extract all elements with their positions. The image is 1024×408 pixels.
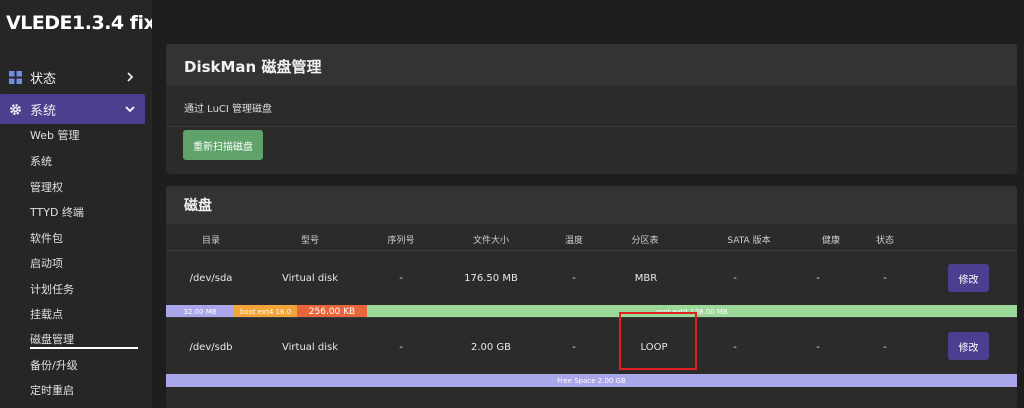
chevron-right-icon bbox=[123, 72, 137, 82]
column-header-partition-table: 分区表 bbox=[631, 236, 659, 246]
column-header-size: 文件大小 bbox=[472, 236, 510, 246]
disk-sata-version: - bbox=[733, 342, 737, 353]
section-title: 磁盘 bbox=[184, 198, 212, 214]
main-content: DiskMan 磁盘管理 通过 LuCI 管理磁盘 重新扫描磁盘 磁盘 目录 型… bbox=[152, 0, 1024, 408]
dashboard-icon bbox=[8, 70, 22, 84]
edit-disk-button[interactable]: 修改 bbox=[948, 264, 989, 292]
submenu-web-admin[interactable]: Web 管理 bbox=[30, 127, 79, 145]
column-header-path: 目录 bbox=[201, 236, 221, 246]
submenu-startup[interactable]: 启动项 bbox=[30, 255, 63, 273]
disk-path: /dev/sdb bbox=[189, 342, 233, 353]
disks-card: 磁盘 目录 型号 序列号 文件大小 温度 分区表 SATA 版本 健康 状态 /… bbox=[166, 186, 1017, 408]
submenu-system[interactable]: 系统 bbox=[30, 153, 52, 171]
submenu-mount-points[interactable]: 挂载点 bbox=[30, 306, 63, 324]
chevron-down-icon bbox=[123, 105, 137, 113]
sidebar: VLEDE1.3.4 fix2 状态 系统 Web 管理 系统 管理权 TTYD… bbox=[0, 0, 169, 408]
page-title: DiskMan 磁盘管理 bbox=[184, 58, 322, 76]
submenu-scheduled-reboot[interactable]: 定时重启 bbox=[30, 382, 74, 400]
disk-model: Virtual disk bbox=[282, 342, 338, 353]
nav-item-label: 状态 bbox=[30, 71, 57, 87]
nav-item-status[interactable]: 状态 bbox=[0, 62, 145, 92]
disk-temperature: - bbox=[572, 273, 576, 284]
column-header-status: 状态 bbox=[875, 236, 895, 246]
disk-serial: - bbox=[399, 273, 403, 284]
disk-temperature: - bbox=[572, 342, 576, 353]
card-header: 磁盘 bbox=[166, 186, 1017, 224]
divider bbox=[166, 250, 1017, 251]
disk-size: 176.50 MB bbox=[464, 273, 518, 284]
disk-serial: - bbox=[399, 342, 403, 353]
submenu-scheduled-tasks[interactable]: 计划任务 bbox=[30, 281, 74, 299]
submenu-backup-upgrade[interactable]: 备份/升级 bbox=[30, 357, 78, 375]
disk-path: /dev/sda bbox=[189, 273, 233, 284]
nav-item-label: 系统 bbox=[30, 103, 57, 119]
partition-label: 32.00 MB bbox=[183, 307, 217, 316]
card-header: DiskMan 磁盘管理 bbox=[166, 44, 1017, 86]
nav-item-system[interactable]: 系统 bbox=[0, 94, 145, 124]
column-header-model: 型号 bbox=[300, 236, 320, 246]
disk-sata-version: - bbox=[733, 273, 737, 284]
column-header-sata-version: SATA 版本 bbox=[727, 236, 771, 246]
annotation-highlight-box bbox=[619, 312, 697, 370]
column-header-serial: 序列号 bbox=[387, 236, 415, 246]
disk-health: - bbox=[816, 273, 820, 284]
partition-label: Free Space 2.00 GB bbox=[557, 376, 626, 385]
disk-partition-table: MBR bbox=[634, 273, 658, 284]
partition-label: boot ext4 16.0 bbox=[239, 307, 292, 316]
column-header-health: 健康 bbox=[821, 236, 841, 246]
gear-icon bbox=[8, 102, 22, 116]
submenu-ttyd[interactable]: TTYD 终端 bbox=[30, 204, 84, 222]
diskman-card: DiskMan 磁盘管理 通过 LuCI 管理磁盘 重新扫描磁盘 bbox=[166, 44, 1017, 174]
disk-status: - bbox=[883, 342, 887, 353]
partition-label: 256.00 KB bbox=[308, 306, 356, 317]
rescan-disks-button[interactable]: 重新扫描磁盘 bbox=[183, 130, 263, 160]
submenu-disk-management[interactable]: 磁盘管理 bbox=[30, 331, 138, 349]
submenu-admin[interactable]: 管理权 bbox=[30, 179, 63, 197]
submenu-packages[interactable]: 软件包 bbox=[30, 230, 63, 248]
disk-size: 2.00 GB bbox=[470, 342, 512, 353]
divider bbox=[166, 317, 1017, 318]
brand-logo: VLEDE1.3.4 fix2 bbox=[6, 12, 169, 34]
partition-segment[interactable]: Free Space 2.00 GB bbox=[166, 374, 1017, 387]
disk-model: Virtual disk bbox=[282, 273, 338, 284]
page-description: 通过 LuCI 管理磁盘 bbox=[184, 104, 273, 115]
disk-status: - bbox=[883, 273, 887, 284]
column-header-temperature: 温度 bbox=[564, 236, 584, 246]
edit-disk-button[interactable]: 修改 bbox=[948, 332, 989, 360]
disk-health: - bbox=[816, 342, 820, 353]
divider bbox=[166, 126, 1017, 127]
